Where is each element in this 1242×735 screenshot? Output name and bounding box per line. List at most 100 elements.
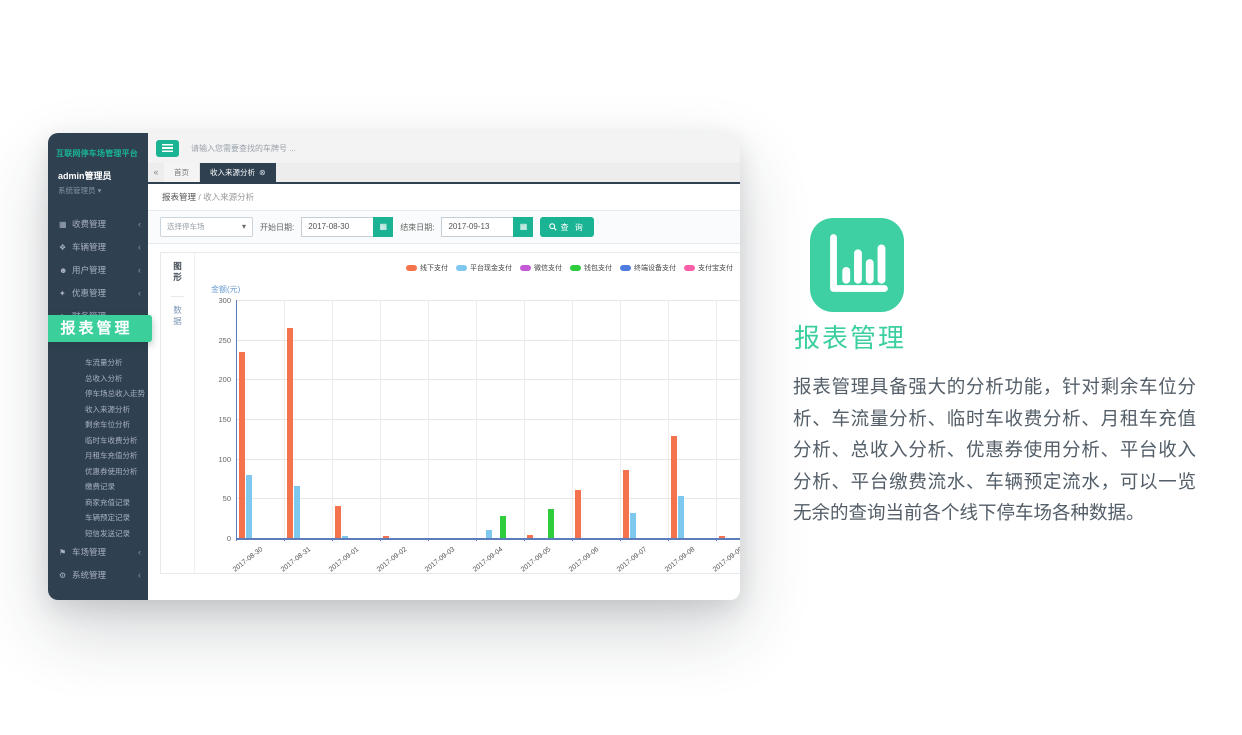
app-window: 互联网停车场管理平台 admin管理员 系统管理员 ▾ ▦收费管理‹ ❖车辆管理… [48,133,740,600]
sidebar-item-system[interactable]: ⚙系统管理‹ [48,564,148,587]
y-tick-label: 0 [195,534,231,543]
legend-label: 线下支付 [420,263,448,273]
submenu-item-income-trend[interactable]: 停车场总收入走势 [48,386,148,402]
sidebar-item-discount[interactable]: ✦优惠管理‹ [48,282,148,305]
submenu-item-payment-record[interactable]: 缴费记录 [48,479,148,495]
gridline-x [620,300,621,538]
y-tick-label: 300 [195,296,231,305]
gear-icon: ⚙ [59,564,72,587]
submenu-item-sms-record[interactable]: 短信发送记录 [48,526,148,542]
legend-swatch [570,265,581,271]
chart-card: 图形 数据 线下支付平台现金支付微信支付钱包支付终端设备支付支付宝支付 金额(元… [160,252,740,574]
legend-swatch [684,265,695,271]
legend-item-终端设备支付[interactable]: 终端设备支付 [620,263,676,273]
legend-item-支付宝支付[interactable]: 支付宝支付 [684,263,733,273]
x-tick-label: 2017-09-07 [598,546,648,573]
gridline-x [428,300,429,538]
legend-swatch [406,265,417,271]
gridline-x [332,300,333,538]
brand-title: 互联网停车场管理平台 [48,133,148,159]
chevron-left-icon: ‹ [138,236,141,259]
submenu-item-traffic-analysis[interactable]: 车流量分析 [48,355,148,371]
x-axis-line [236,538,740,540]
tab-income-source[interactable]: 收入来源分析⊗ [200,163,276,182]
sidebar-item-charge[interactable]: ▦收费管理‹ [48,213,148,236]
x-tick-label: 2017-09-08 [646,546,696,573]
submenu-item-temp-charge[interactable]: 临时车收费分析 [48,433,148,449]
legend-item-钱包支付[interactable]: 钱包支付 [570,263,612,273]
x-tick-label: 2017-09-03 [406,546,456,573]
bar-线下支付-2017-09-06 [575,490,581,538]
bar-线下支付-2017-08-30 [239,352,245,538]
tab-bar: « 首页 收入来源分析⊗ [148,163,740,184]
sidebar-item-user[interactable]: ☻用户管理‹ [48,259,148,282]
view-tab-graph[interactable]: 图形 [171,261,184,282]
chevron-left-icon: ‹ [138,541,141,564]
y-tick-label: 150 [195,415,231,424]
calendar-icon[interactable]: ▦ [513,217,533,237]
parking-icon: ⚑ [59,541,72,564]
legend-item-平台现金支付[interactable]: 平台现金支付 [456,263,512,273]
tab-home[interactable]: 首页 [164,163,200,182]
gridline-y [236,498,740,499]
plate-search-input[interactable]: 请输入您需要查找的车牌号 ... [191,143,296,154]
start-date-group: 2017-08-30 ▦ [301,217,393,237]
legend-item-微信支付[interactable]: 微信支付 [520,263,562,273]
gridline-x [284,300,285,538]
main-area: 请输入您需要查找的车牌号 ... « 首页 收入来源分析⊗ 报表管理 / 收入来… [148,133,740,600]
hamburger-icon [162,144,173,152]
submenu-item-remaining-space[interactable]: 剩余车位分析 [48,417,148,433]
sidebar-item-vehicle[interactable]: ❖车辆管理‹ [48,236,148,259]
calendar-icon[interactable]: ▦ [373,217,393,237]
legend-label: 支付宝支付 [698,263,733,273]
bar-线下支付-2017-09-08 [671,436,677,538]
legend-swatch [620,265,631,271]
breadcrumb: 报表管理 / 收入来源分析 [148,184,740,210]
query-button[interactable]: 查 询 [540,217,593,237]
x-tick-label: 2017-09-04 [454,546,504,573]
chevron-left-icon: ‹ [138,213,141,236]
menu-toggle-button[interactable] [156,140,179,157]
promo-description: 报表管理具备强大的分析功能，针对剩余车位分析、车流量分析、临时车收费分析、月租车… [793,371,1196,529]
submenu-item-total-income[interactable]: 总收入分析 [48,371,148,387]
end-date-input[interactable]: 2017-09-13 [441,217,513,237]
submenu-item-vehicle-booking[interactable]: 车辆预定记录 [48,510,148,526]
legend-item-线下支付[interactable]: 线下支付 [406,263,448,273]
sidebar-item-reports-active-callout[interactable]: 报表管理 [48,315,152,342]
submenu-item-income-source[interactable]: 收入来源分析 [48,402,148,418]
y-axis-line [236,300,237,538]
page-content: 报表管理 / 收入来源分析 选择停车场 ▾ 开始日期: 2017-08-30 ▦… [148,184,740,600]
gridline-y [236,340,740,341]
user-name: admin管理员 [48,159,148,182]
sidebar-item-parking-lot[interactable]: ⚑车场管理‹ [48,541,148,564]
gridline-x [668,300,669,538]
y-tick-label: 100 [195,455,231,464]
sidebar-menu-bottom: ⚑车场管理‹ ⚙系统管理‹ [48,541,148,587]
top-navbar: 请输入您需要查找的车牌号 ... [148,133,740,163]
x-tick-label: 2017-08-30 [214,546,264,573]
breadcrumb-section[interactable]: 报表管理 [162,192,196,202]
tab-scroll-left-icon[interactable]: « [148,163,164,182]
chevron-left-icon: ‹ [138,564,141,587]
bar-平台现金支付-2017-09-07 [630,513,636,538]
sidebar: 互联网停车场管理平台 admin管理员 系统管理员 ▾ ▦收费管理‹ ❖车辆管理… [48,133,148,600]
parking-lot-select[interactable]: 选择停车场 ▾ [160,217,253,237]
legend-label: 平台现金支付 [470,263,512,273]
gridline-y [236,419,740,420]
promo-title: 报表管理 [794,318,906,355]
bar-平台现金支付-2017-08-31 [294,486,300,538]
submenu-item-monthly-recharge[interactable]: 月租车充值分析 [48,448,148,464]
grid-icon: ▦ [59,213,72,236]
legend-label: 微信支付 [534,263,562,273]
start-date-label: 开始日期: [260,222,294,233]
gridline-y [236,379,740,380]
submenu-item-coupon-usage[interactable]: 优惠券使用分析 [48,464,148,480]
close-tab-icon[interactable]: ⊗ [259,168,266,177]
start-date-input[interactable]: 2017-08-30 [301,217,373,237]
bar-钱包支付-2017-09-04 [500,516,506,538]
user-role-dropdown[interactable]: 系统管理员 ▾ [48,182,148,196]
gridline-y [236,459,740,460]
submenu-item-merchant-recharge[interactable]: 商家充值记录 [48,495,148,511]
view-tab-data[interactable]: 数据 [171,296,184,326]
reports-submenu: 车流量分析 总收入分析 停车场总收入走势 收入来源分析 剩余车位分析 临时车收费… [48,355,148,541]
